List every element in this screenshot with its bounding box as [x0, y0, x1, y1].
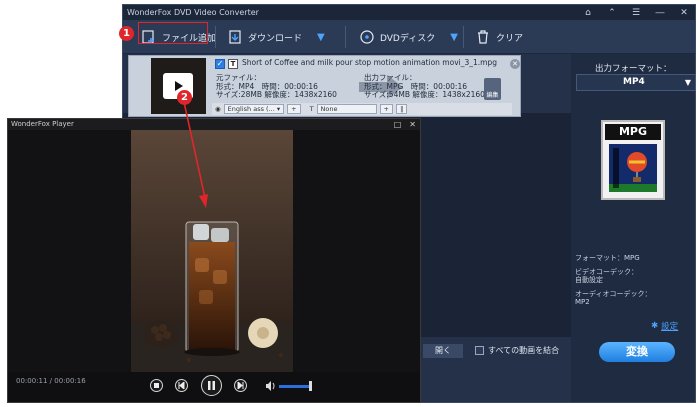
annotation-arrow: [183, 101, 208, 208]
download-icon: [229, 30, 241, 44]
audio-codec-value: MP2: [575, 298, 590, 306]
audio-track-icon: T: [309, 105, 314, 113]
volume-icon[interactable]: [266, 381, 276, 391]
output-format-label: 出力フォーマット：: [595, 64, 672, 74]
open-folder-button[interactable]: 開く: [423, 344, 463, 358]
video-frame[interactable]: [131, 130, 293, 372]
player-window: WonderFox Player □ ✕ 00:00:11 / 00:00:16: [7, 118, 421, 403]
previous-icon: [178, 382, 185, 389]
source-file-info: 元ファイル： 形式：MP4 時間：00:00:16 サイズ:28MB 解像度：1…: [216, 73, 337, 100]
minimize-icon[interactable]: ―: [653, 8, 667, 18]
format-info: フォーマット：MPG: [575, 254, 640, 262]
output-file-info: 出力ファイル： 形式：MPG 時間：00:00:16 サイズ:54MB 解像度：…: [364, 73, 485, 100]
volume-slider[interactable]: [279, 385, 311, 388]
download-button[interactable]: ダウンロード ▼: [227, 20, 325, 54]
source-size: サイズ:28MB 解像度：1438x2160: [216, 90, 337, 99]
audio-codec-label: オーディオコーデック：: [575, 290, 652, 298]
converter-title: WonderFox DVD Video Converter: [127, 8, 259, 17]
subtitle-icon: ◉: [215, 105, 221, 113]
video-codec-value: 自動設定: [575, 276, 603, 284]
tools-icon[interactable]: ⌃: [605, 8, 619, 18]
download-label: ダウンロード: [248, 33, 303, 44]
dvd-disc-button[interactable]: DVDディスク ▼: [359, 20, 458, 54]
track-options-bar: ◉ English ass (... ▾ + T None + ∥: [212, 103, 512, 115]
video-codec-label: ビデオコーデック：: [575, 268, 638, 276]
dvd-disc-label: DVDディスク: [380, 33, 436, 44]
converter-window-controls: ⌂ ⌃ ☰ ― ✕: [581, 5, 691, 20]
dvd-disc-icon: [360, 30, 374, 44]
chevron-down-icon: ▼: [684, 78, 691, 87]
add-subtitle-button[interactable]: +: [287, 104, 301, 114]
toolbar-divider: [215, 26, 216, 48]
format-icon-label: MPG: [605, 124, 661, 140]
selected-format: MP4: [623, 77, 645, 87]
output-size: サイズ:54MB 解像度：1438x2160: [364, 90, 485, 99]
gear-icon: ✱: [651, 321, 659, 331]
subtitle-select[interactable]: English ass (... ▾: [223, 104, 285, 114]
edit-button[interactable]: 編集: [484, 78, 501, 100]
close-icon[interactable]: ✕: [409, 119, 416, 130]
pause-icon: [208, 381, 215, 390]
close-icon[interactable]: ✕: [677, 8, 691, 18]
add-files-highlight: [138, 22, 208, 44]
file-checkbox[interactable]: ✓: [215, 59, 225, 69]
player-window-controls: □ ✕: [394, 119, 416, 130]
step-1-badge: 1: [119, 26, 134, 41]
merge-checkbox[interactable]: [475, 346, 484, 355]
player-title-bar: WonderFox Player: [8, 119, 420, 130]
playback-time: 00:00:11 / 00:00:16: [16, 377, 86, 385]
add-audio-button[interactable]: +: [379, 104, 393, 114]
maximize-icon[interactable]: □: [394, 119, 402, 130]
audio-track-select[interactable]: None: [316, 104, 377, 114]
menu-icon[interactable]: ☰: [629, 8, 643, 18]
pause-track-button[interactable]: ∥: [396, 104, 408, 114]
edit-label: 編集: [486, 92, 499, 99]
volume-slider-handle[interactable]: [309, 381, 312, 391]
film-balloon-icon: [609, 144, 657, 192]
toolbar-divider: [463, 26, 464, 48]
previous-button[interactable]: [175, 379, 188, 392]
pause-button[interactable]: [201, 375, 222, 396]
remove-file-icon[interactable]: ✕: [510, 59, 520, 69]
convert-button[interactable]: 変換: [599, 342, 675, 362]
stop-button[interactable]: [150, 379, 163, 392]
settings-label: 設定: [661, 322, 679, 332]
toolbar-divider: [345, 26, 346, 48]
file-name: Short of Coffee and milk pour stop motio…: [242, 58, 497, 67]
clear-label: クリア: [496, 33, 524, 44]
trash-icon: [478, 30, 488, 44]
next-icon: [237, 382, 244, 389]
dvd-dropdown-icon[interactable]: ▼: [450, 32, 458, 43]
settings-button[interactable]: ✱ 設定: [651, 320, 678, 332]
next-button[interactable]: [234, 379, 247, 392]
clear-button[interactable]: クリア: [475, 20, 523, 54]
merge-label: すべての動画を結合: [488, 346, 560, 355]
player-title: WonderFox Player: [11, 120, 74, 128]
home-icon[interactable]: ⌂: [581, 8, 595, 18]
converter-toolbar: ファイル追加 ダウンロード ▼ DVDディスク ▼ クリア: [123, 20, 695, 54]
trim-icon[interactable]: T: [228, 59, 238, 69]
iced-coffee-image: [131, 130, 293, 372]
download-dropdown-icon[interactable]: ▼: [317, 32, 325, 43]
screenshot-stage: WonderFox DVD Video Converter ⌂ ⌃ ☰ ― ✕ …: [0, 0, 700, 407]
stop-icon: [154, 383, 159, 388]
format-icon[interactable]: MPG: [601, 120, 665, 200]
output-format-select[interactable]: MP4 ▼: [576, 74, 696, 91]
